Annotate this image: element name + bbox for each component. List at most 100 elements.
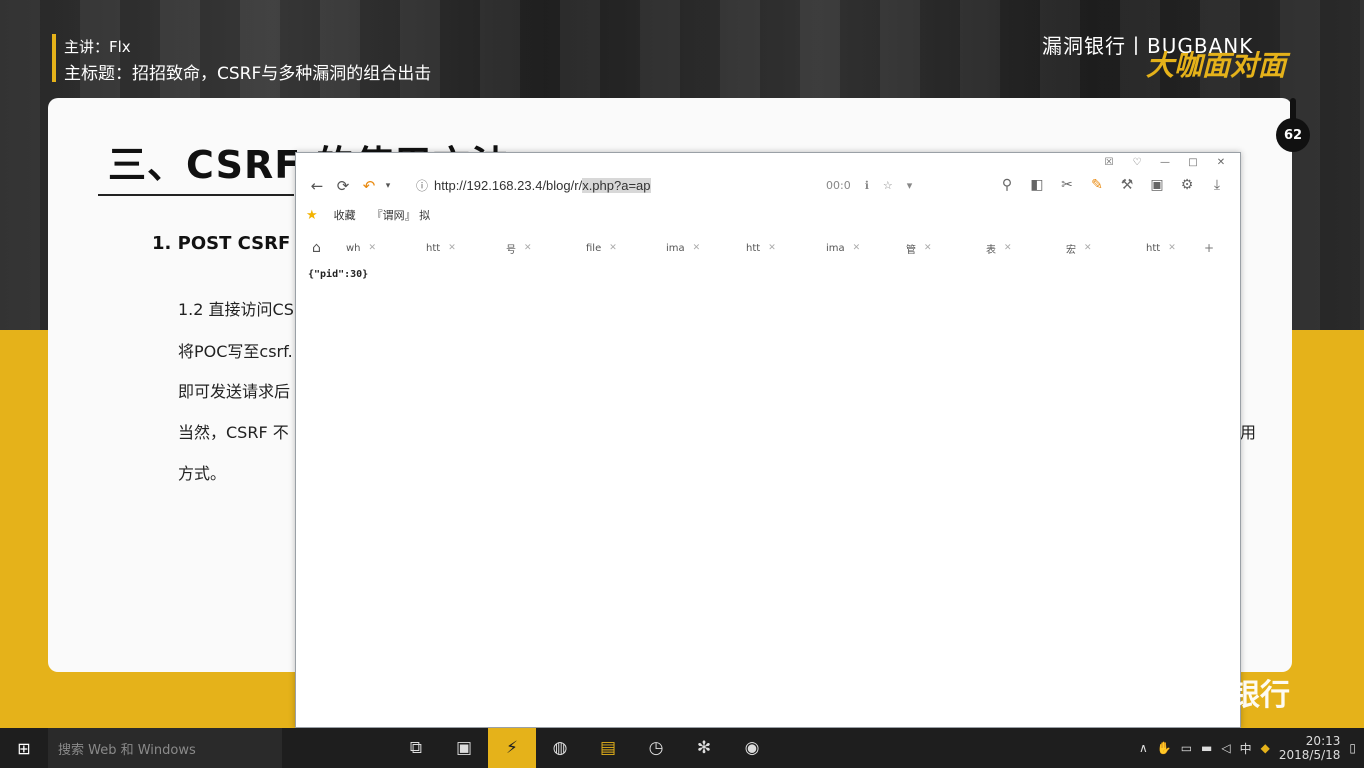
windows-start-icon[interactable]: ⊞: [0, 728, 48, 768]
bookmark-star-icon[interactable]: ☆: [883, 179, 893, 192]
app-chrome-icon[interactable]: ◉: [728, 728, 776, 768]
tab[interactable]: file ✕: [586, 243, 666, 254]
tab[interactable]: ima ✕: [826, 243, 906, 254]
extension-icon[interactable]: ⚙: [1178, 177, 1196, 193]
watermark-logo-mark: ß: [1108, 676, 1134, 722]
paragraph-4: 当然，CSRF 不: [178, 423, 289, 442]
tab[interactable]: htt ✕: [1146, 243, 1204, 254]
tab-close-icon[interactable]: ✕: [369, 243, 377, 253]
presenter-label: 主讲：Flx: [64, 38, 131, 56]
key-icon[interactable]: ✎: [1088, 177, 1106, 193]
tab-close-icon[interactable]: ✕: [1168, 243, 1176, 253]
tab-label: htt: [426, 242, 441, 254]
translate-icon[interactable]: ◧: [1028, 177, 1046, 193]
ime-indicator[interactable]: 中: [1240, 740, 1252, 757]
home-icon[interactable]: ⌂: [312, 240, 346, 256]
bookmark-folder-icon: ★: [306, 207, 318, 223]
app-thunder-icon[interactable]: ⚡: [488, 728, 536, 768]
maximize-button[interactable]: □: [1186, 157, 1200, 168]
tab-close-icon[interactable]: ✕: [1084, 243, 1092, 253]
bookmarks-bar: ★ 收藏 『谓网』 拟: [306, 207, 430, 223]
app-compass-icon[interactable]: ◷: [632, 728, 680, 768]
back-icon[interactable]: ←: [304, 177, 330, 195]
bookmark-item-2[interactable]: 『谓网』 拟: [372, 207, 431, 223]
download-icon[interactable]: ⤓: [1208, 177, 1226, 193]
tab-close-icon[interactable]: ✕: [524, 243, 532, 253]
tab-label: htt: [1146, 242, 1161, 254]
reload-icon[interactable]: ⟳: [330, 177, 356, 195]
paragraph-4-end: 用: [1240, 423, 1257, 442]
tab-label: 号: [506, 244, 516, 256]
tab[interactable]: 表 ✕: [986, 241, 1066, 256]
title-underline: [98, 194, 294, 196]
tab-close-icon[interactable]: ✕: [1004, 243, 1012, 253]
tab-close-icon[interactable]: ✕: [768, 243, 776, 253]
app-slides-icon[interactable]: ▤: [584, 728, 632, 768]
minimize-button[interactable]: —: [1158, 157, 1172, 168]
response-body: {"pid":30}: [308, 269, 369, 280]
tab-label: ima: [826, 242, 845, 254]
paragraph-5: 方式。: [178, 464, 227, 483]
tab[interactable]: ima ✕: [666, 243, 746, 254]
undo-icon[interactable]: ↶: [356, 177, 382, 195]
close-button[interactable]: ✕: [1214, 157, 1228, 168]
task-view-icon[interactable]: ⧉: [392, 728, 440, 768]
tray-expand-icon[interactable]: ∧: [1139, 741, 1148, 755]
url-text[interactable]: http://192.168.23.4/blog/r/x.php?a=ap: [434, 178, 651, 193]
address-extras: 00:0 ℹ ☆ ▾: [826, 179, 912, 192]
paragraph-3: 即可发送请求后: [178, 382, 291, 401]
tab[interactable]: 号 ✕: [506, 241, 586, 256]
address-dropdown-icon[interactable]: ▾: [907, 179, 913, 192]
tab[interactable]: wh ✕: [346, 243, 426, 254]
clock[interactable]: 20:13 2018/5/18: [1279, 734, 1341, 762]
brand-slogan: 大咖面对面: [1146, 49, 1287, 82]
tab[interactable]: 管 ✕: [906, 241, 986, 256]
tools-icon[interactable]: ⚒: [1118, 177, 1136, 193]
tab-label: ima: [666, 242, 685, 254]
clock-time: 20:13: [1305, 734, 1341, 748]
bookmark-item-favorites[interactable]: 收藏: [334, 207, 356, 223]
taskbar-search[interactable]: 搜索 Web 和 Windows: [48, 728, 282, 768]
screenshot-icon[interactable]: ▣: [1148, 177, 1166, 193]
app-photo-icon[interactable]: ▣: [440, 728, 488, 768]
browser-navbar: ← ⟳ ↶ ▾ ⓘ http://192.168.23.4/blog/r/x.p…: [296, 173, 1240, 199]
page-info-icon[interactable]: ⓘ: [416, 177, 428, 194]
address-bar[interactable]: ⓘ http://192.168.23.4/blog/r/x.php?a=ap: [416, 177, 651, 194]
tab-label: wh: [346, 242, 361, 254]
cut-icon[interactable]: ✂: [1058, 177, 1076, 193]
main-title-label: 主标题：招招致命，CSRF与多种漏洞的组合出击: [64, 64, 432, 84]
app-network-icon[interactable]: ✻: [680, 728, 728, 768]
tab-close-icon[interactable]: ✕: [693, 243, 701, 253]
section-heading: 1. POST CSRF 的: [152, 233, 315, 254]
address-extra-1: 00:0: [826, 179, 851, 192]
tab-label: htt: [746, 242, 761, 254]
tab-close-icon[interactable]: ✕: [924, 243, 932, 253]
tray-app-icon[interactable]: ✋: [1157, 741, 1172, 755]
search-icon[interactable]: ⚲: [998, 177, 1016, 193]
info-icon[interactable]: ℹ: [865, 179, 869, 192]
tab-close-icon[interactable]: ✕: [853, 243, 861, 253]
tab[interactable]: htt ✕: [426, 243, 506, 254]
undo-dropdown-icon[interactable]: ▾: [382, 181, 394, 191]
system-tray: ∧ ✋ ▭ ▬ ◁ 中 ◆ 20:13 2018/5/18 ▯: [1139, 728, 1364, 768]
browser-titlebar: ☒ ♡ — □ ✕: [296, 153, 1240, 171]
tab-label: 宏: [1066, 244, 1076, 256]
tab[interactable]: htt ✕: [746, 243, 826, 254]
browser-toolbar: ⚲ ◧ ✂ ✎ ⚒ ▣ ⚙ ⤓: [998, 177, 1226, 193]
tab-close-icon[interactable]: ✕: [448, 243, 456, 253]
favorite-icon[interactable]: ♡: [1130, 157, 1144, 168]
network-icon[interactable]: ▭: [1181, 741, 1192, 755]
watermark-logo-text: 漏洞银行: [1170, 678, 1290, 713]
header-accent-bar: [52, 34, 56, 82]
battery-icon[interactable]: ▬: [1201, 741, 1212, 755]
tab-close-icon[interactable]: ✕: [609, 243, 617, 253]
app-browser-icon[interactable]: ◍: [536, 728, 584, 768]
clock-date: 2018/5/18: [1278, 748, 1341, 762]
skin-icon[interactable]: ☒: [1102, 157, 1116, 168]
tab-label: 管: [906, 244, 916, 256]
new-tab-icon[interactable]: +: [1204, 241, 1214, 255]
volume-icon[interactable]: ◁: [1221, 741, 1230, 755]
action-center-icon[interactable]: ▯: [1349, 741, 1356, 755]
notification-app-icon[interactable]: ◆: [1261, 741, 1270, 755]
tab[interactable]: 宏 ✕: [1066, 241, 1146, 256]
